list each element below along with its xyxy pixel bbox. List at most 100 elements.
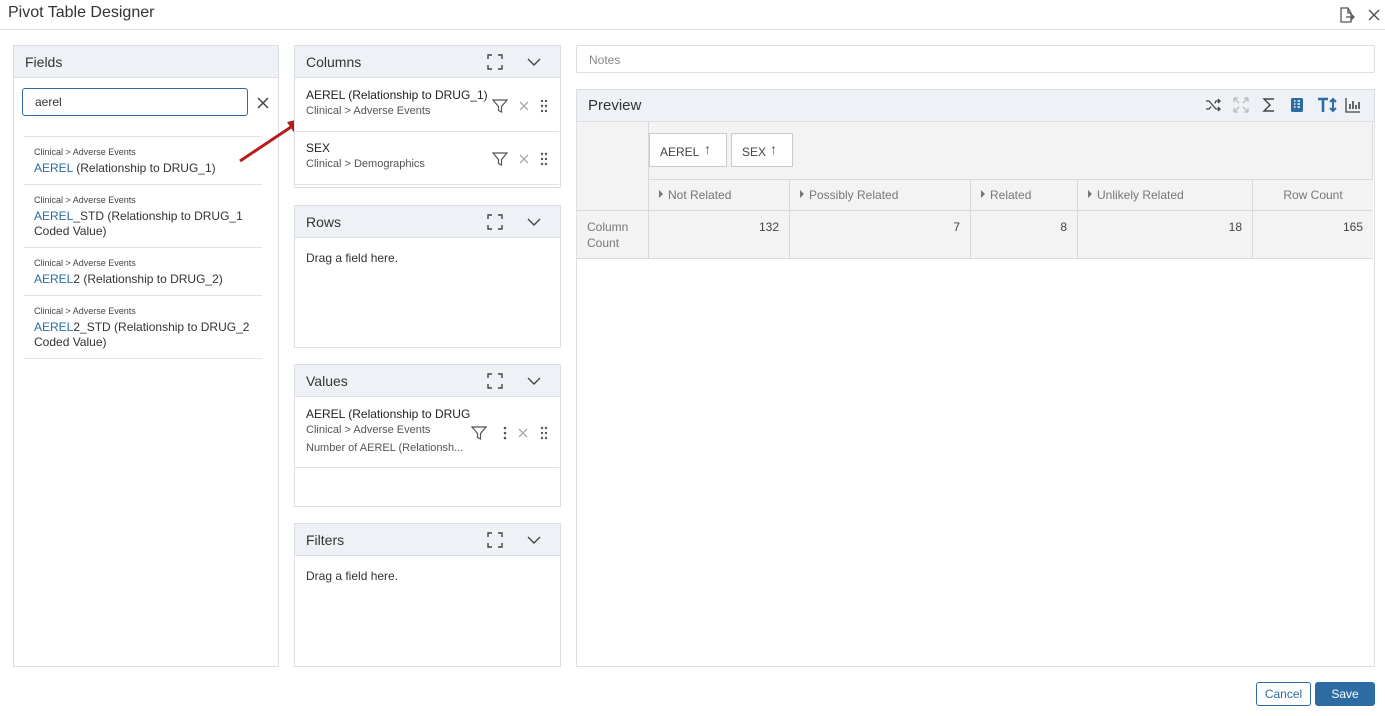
expand-caret-icon[interactable] [981, 190, 985, 198]
filters-drop-hint: Drag a field here. [306, 569, 399, 583]
field-path: Clinical > Adverse Events [34, 195, 136, 205]
field-path: Clinical > Adverse Events [34, 306, 136, 316]
field-name: AEREL2 (Relationship to DRUG_2) [34, 272, 252, 287]
expand-icon[interactable] [486, 372, 504, 390]
save-button[interactable]: Save [1315, 682, 1375, 706]
preview-title: Preview [588, 97, 642, 114]
row-header-column-count: Column Count [577, 211, 649, 259]
cancel-button[interactable]: Cancel [1256, 682, 1311, 706]
remove-icon[interactable] [515, 425, 531, 441]
table-view-icon[interactable] [1288, 96, 1306, 114]
column-header-possibly-related[interactable]: Possibly Related [790, 179, 971, 211]
shuffle-icon[interactable] [1204, 96, 1222, 114]
preview-panel-header: Preview [577, 90, 1374, 122]
field-list: Clinical > Adverse Events AEREL (Relatio… [24, 136, 262, 359]
field-match: AEREL [34, 161, 73, 175]
value-cell: 8 [971, 211, 1078, 259]
title-bar: Pivot Table Designer [0, 0, 1385, 30]
values-panel-header: Values [295, 365, 560, 397]
export-icon[interactable] [1337, 6, 1355, 24]
field-name: AEREL (Relationship to DRUG_1) [34, 161, 252, 176]
field-search-input[interactable]: aerel [22, 88, 248, 116]
columns-title: Columns [306, 54, 362, 70]
chevron-down-icon[interactable] [525, 53, 543, 71]
rows-drop-hint: Drag a field here. [306, 251, 399, 265]
column-chip-aerel[interactable]: AEREL ↑ [649, 133, 727, 167]
column-field-path: Clinical > Demographics [306, 158, 425, 170]
column-field-sex[interactable]: SEX Clinical > Demographics [295, 132, 559, 185]
column-header-not-related[interactable]: Not Related [649, 179, 790, 211]
column-field-aerel[interactable]: AEREL (Relationship to DRUG_1) Clinical … [295, 79, 559, 132]
preview-panel: Preview AEREL ↑ SEX ↑ Not Related Possib… [576, 89, 1375, 667]
filters-panel-header: Filters [295, 524, 560, 556]
expand-caret-icon[interactable] [1088, 190, 1092, 198]
values-panel: Values AEREL (Relationship to DRUG Clini… [294, 364, 561, 507]
values-title: Values [306, 373, 348, 389]
column-header-label: Unlikely Related [1097, 188, 1184, 202]
filter-icon[interactable] [491, 98, 509, 114]
text-sort-icon[interactable] [1316, 96, 1338, 114]
close-icon[interactable] [1365, 6, 1383, 24]
rows-panel-header: Rows [295, 206, 560, 238]
drag-handle-icon[interactable] [536, 151, 552, 167]
sum-icon[interactable] [1260, 96, 1278, 114]
rows-panel[interactable]: Rows Drag a field here. [294, 205, 561, 348]
remove-icon[interactable] [516, 151, 532, 167]
chevron-down-icon[interactable] [525, 372, 543, 390]
column-chip-sex[interactable]: SEX ↑ [731, 133, 793, 167]
notes-input[interactable]: Notes [576, 45, 1375, 73]
sort-ascending-icon[interactable]: ↑ [770, 141, 777, 157]
expand-caret-icon[interactable] [800, 190, 804, 198]
field-item-aerel-std[interactable]: Clinical > Adverse Events AEREL_STD (Rel… [24, 184, 262, 247]
column-header-unlikely-related[interactable]: Unlikely Related [1078, 179, 1253, 211]
column-header-label: Possibly Related [809, 188, 899, 202]
column-header-label: Related [990, 188, 1032, 202]
filters-title: Filters [306, 532, 345, 548]
chip-label: SEX [742, 145, 767, 159]
pivot-corner-cell [577, 122, 649, 211]
remove-icon[interactable] [516, 98, 532, 114]
expand-icon[interactable] [486, 53, 504, 71]
value-field-name: AEREL (Relationship to DRUG [306, 407, 471, 421]
bar-chart-icon[interactable] [1344, 96, 1362, 114]
row-count-header: Row Count [1253, 179, 1373, 211]
field-name-rest: 2 (Relationship to DRUG_2) [73, 272, 223, 286]
value-cell: 132 [649, 211, 790, 259]
field-match: AEREL [34, 209, 74, 223]
field-item-aerel2[interactable]: Clinical > Adverse Events AEREL2 (Relati… [24, 247, 262, 295]
value-field-aggregation: Number of AEREL (Relationsh... [306, 442, 464, 454]
field-match: AEREL [34, 272, 74, 286]
field-item-aerel2-std[interactable]: Clinical > Adverse Events AEREL2_STD (Re… [24, 295, 262, 359]
chevron-down-icon[interactable] [525, 531, 543, 549]
field-name: AEREL_STD (Relationship to DRUG_1 Coded … [34, 209, 252, 239]
fields-panel-header: Fields [14, 46, 278, 78]
window-title: Pivot Table Designer [8, 4, 155, 21]
value-field-aerel[interactable]: AEREL (Relationship to DRUG Clinical > A… [295, 398, 559, 468]
value-field-path: Clinical > Adverse Events [306, 424, 431, 436]
fullscreen-icon[interactable] [1232, 96, 1250, 114]
column-header-label: Not Related [668, 188, 732, 202]
drag-handle-icon[interactable] [536, 98, 552, 114]
expand-icon[interactable] [486, 531, 504, 549]
chevron-down-icon[interactable] [525, 213, 543, 231]
field-item-aerel[interactable]: Clinical > Adverse Events AEREL (Relatio… [24, 136, 262, 184]
columns-panel: Columns AEREL (Relationship to DRUG_1) C… [294, 45, 561, 188]
filter-icon[interactable] [491, 151, 509, 167]
filter-icon[interactable] [470, 425, 488, 441]
total-cell: 165 [1253, 211, 1373, 259]
fields-title: Fields [25, 54, 63, 70]
expand-icon[interactable] [486, 213, 504, 231]
field-path: Clinical > Adverse Events [34, 147, 136, 157]
field-name: AEREL2_STD (Relationship to DRUG_2 Coded… [34, 320, 252, 350]
column-header-related[interactable]: Related [971, 179, 1078, 211]
more-options-icon[interactable] [497, 425, 513, 441]
filters-panel[interactable]: Filters Drag a field here. [294, 523, 561, 667]
field-name-rest: (Relationship to DRUG_1) [72, 161, 216, 175]
rows-title: Rows [306, 214, 342, 230]
clear-search-icon[interactable] [256, 96, 270, 110]
expand-caret-icon[interactable] [659, 190, 663, 198]
drag-handle-icon[interactable] [536, 425, 552, 441]
sort-ascending-icon[interactable]: ↑ [704, 141, 711, 157]
column-field-path: Clinical > Adverse Events [306, 105, 431, 117]
field-match: AEREL [34, 320, 74, 334]
